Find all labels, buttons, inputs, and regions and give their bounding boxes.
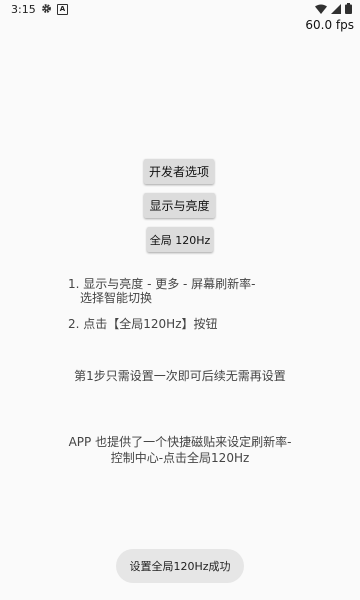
status-bar: 3:15 A <box>0 0 360 18</box>
status-right-icons <box>315 3 352 14</box>
battery-icon <box>345 3 352 14</box>
global-120hz-button[interactable]: 全局 120Hz <box>147 227 213 252</box>
signal-icon <box>331 3 341 14</box>
status-time: 3:15 <box>11 3 36 16</box>
instruction-step1-line1: 1. 显示与亮度 - 更多 - 屏幕刷新率- <box>68 277 256 291</box>
wifi-icon <box>315 4 327 14</box>
fps-counter: 60.0 fps <box>305 18 354 32</box>
instruction-step1-line2: 选择智能切换 <box>80 291 153 305</box>
setup-note: 第1步只需设置一次即可后续无需再设置 <box>74 369 286 383</box>
gear-icon <box>42 4 51 13</box>
toast-message: 设置全局120Hz成功 <box>116 549 244 583</box>
app-screen: 3:15 A 60.0 fps 开发者选项 显示与亮度 全局 120Hz 1. … <box>0 0 360 600</box>
a-badge-icon: A <box>57 4 68 15</box>
developer-options-button[interactable]: 开发者选项 <box>144 159 214 184</box>
display-brightness-button[interactable]: 显示与亮度 <box>144 193 215 218</box>
app-info-line1: APP 也提供了一个快捷磁贴来设定刷新率- <box>68 435 292 449</box>
app-info-line2: 控制中心-点击全局120Hz <box>110 451 250 465</box>
instruction-step2: 2. 点击【全局120Hz】按钮 <box>68 317 218 331</box>
